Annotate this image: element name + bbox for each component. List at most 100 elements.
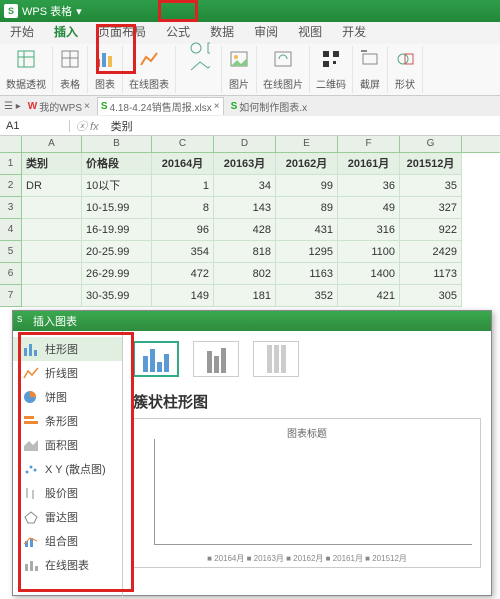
cell[interactable] <box>22 285 82 307</box>
ribbon-chart[interactable]: 图表 <box>88 46 123 93</box>
cell[interactable]: 1295 <box>276 241 338 263</box>
tab-layout[interactable]: 页面布局 <box>88 19 156 44</box>
doctab-sales[interactable]: S4.18-4.24销售周报.xlsx × <box>97 97 224 115</box>
tab-insert[interactable]: 插入 <box>44 19 88 44</box>
row-hdr[interactable]: 7 <box>0 285 22 307</box>
doctab-menu-icon[interactable]: ☰ ▸ <box>4 101 21 112</box>
cell[interactable]: 价格段 <box>82 153 152 175</box>
ribbon-online-pic[interactable]: 在线图片 <box>257 46 310 93</box>
cell[interactable]: 34 <box>214 175 276 197</box>
cell[interactable]: 181 <box>214 285 276 307</box>
col-E[interactable]: E <box>276 136 338 152</box>
cell[interactable]: 35 <box>400 175 462 197</box>
cell[interactable]: 99 <box>276 175 338 197</box>
cell[interactable]: 431 <box>276 219 338 241</box>
cell[interactable]: 1173 <box>400 263 462 285</box>
cell[interactable]: 305 <box>400 285 462 307</box>
cell[interactable]: 20164月 <box>152 153 214 175</box>
tab-review[interactable]: 审阅 <box>244 19 288 44</box>
cell[interactable]: 20-25.99 <box>82 241 152 263</box>
ribbon-picture[interactable]: 图片 <box>222 46 257 93</box>
cell[interactable]: 327 <box>400 197 462 219</box>
charttype-combo[interactable]: 组合图 <box>13 529 122 553</box>
name-box[interactable]: A1 <box>0 120 70 132</box>
formula-value[interactable]: 类别 <box>105 118 139 134</box>
subtype-clustered[interactable] <box>133 341 179 377</box>
cell[interactable]: 818 <box>214 241 276 263</box>
col-F[interactable]: F <box>338 136 400 152</box>
cell[interactable]: 1400 <box>338 263 400 285</box>
cell[interactable]: 8 <box>152 197 214 219</box>
col-A[interactable]: A <box>22 136 82 152</box>
charttype-column[interactable]: 柱形图 <box>13 337 122 361</box>
cell[interactable] <box>22 197 82 219</box>
cell[interactable]: 49 <box>338 197 400 219</box>
cell[interactable]: 2429 <box>400 241 462 263</box>
ribbon-mini-charts[interactable] <box>176 46 222 93</box>
row-hdr[interactable]: 5 <box>0 241 22 263</box>
cell[interactable]: 149 <box>152 285 214 307</box>
cell[interactable]: 1100 <box>338 241 400 263</box>
col-D[interactable]: D <box>214 136 276 152</box>
cell[interactable]: 143 <box>214 197 276 219</box>
cell[interactable]: 36 <box>338 175 400 197</box>
cell[interactable]: 类别 <box>22 153 82 175</box>
col-B[interactable]: B <box>82 136 152 152</box>
cell[interactable]: 10-15.99 <box>82 197 152 219</box>
col-C[interactable]: C <box>152 136 214 152</box>
charttype-radar[interactable]: 雷达图 <box>13 505 122 529</box>
cell[interactable]: 20161月 <box>338 153 400 175</box>
cell[interactable]: 16-19.99 <box>82 219 152 241</box>
row-hdr[interactable]: 2 <box>0 175 22 197</box>
doctab-mywps[interactable]: W我的WPS × <box>25 98 93 115</box>
charttype-bar[interactable]: 条形图 <box>13 409 122 433</box>
row-hdr[interactable]: 4 <box>0 219 22 241</box>
ribbon-qr[interactable]: 二维码 <box>310 46 353 93</box>
cell[interactable]: 26-29.99 <box>82 263 152 285</box>
tab-dev[interactable]: 开发 <box>332 19 376 44</box>
ribbon-table[interactable]: 表格 <box>53 46 88 93</box>
cell[interactable]: 1163 <box>276 263 338 285</box>
cell[interactable]: 20163月 <box>214 153 276 175</box>
row-hdr[interactable]: 1 <box>0 153 22 175</box>
cell[interactable]: 89 <box>276 197 338 219</box>
cell[interactable]: 472 <box>152 263 214 285</box>
cell[interactable]: 354 <box>152 241 214 263</box>
subtype-percent[interactable] <box>253 341 299 377</box>
cell[interactable]: 10以下 <box>82 175 152 197</box>
tab-view[interactable]: 视图 <box>288 19 332 44</box>
cell[interactable]: 201512月 <box>400 153 462 175</box>
titlebar-dropdown-icon[interactable]: ▾ <box>76 5 82 18</box>
cell[interactable]: 352 <box>276 285 338 307</box>
fx-icon[interactable]: ⓧ fx <box>70 118 105 134</box>
cell[interactable]: 802 <box>214 263 276 285</box>
charttype-pie[interactable]: 饼图 <box>13 385 122 409</box>
charttype-online[interactable]: 在线图表 <box>13 553 122 577</box>
row-hdr[interactable]: 3 <box>0 197 22 219</box>
charttype-line[interactable]: 折线图 <box>13 361 122 385</box>
select-all-corner[interactable] <box>0 136 22 152</box>
ribbon-screenshot[interactable]: 截屏 <box>353 46 388 93</box>
tab-start[interactable]: 开始 <box>0 19 44 44</box>
col-G[interactable]: G <box>400 136 462 152</box>
charttype-area[interactable]: 面积图 <box>13 433 122 457</box>
cell[interactable] <box>22 263 82 285</box>
row-hdr[interactable]: 6 <box>0 263 22 285</box>
cell[interactable]: 20162月 <box>276 153 338 175</box>
cell[interactable]: 428 <box>214 219 276 241</box>
cell[interactable]: 1 <box>152 175 214 197</box>
ribbon-shape[interactable]: 形状 <box>388 46 423 93</box>
ribbon-pivot[interactable]: 数据透视 <box>0 46 53 93</box>
cell[interactable]: DR <box>22 175 82 197</box>
dialog-title-bar[interactable]: S 插入图表 <box>13 311 491 331</box>
cell[interactable]: 421 <box>338 285 400 307</box>
cell[interactable]: 30-35.99 <box>82 285 152 307</box>
cell[interactable] <box>22 219 82 241</box>
doctab-howto[interactable]: S如何制作图表.x <box>228 98 310 115</box>
cell[interactable]: 922 <box>400 219 462 241</box>
cell[interactable] <box>22 241 82 263</box>
ribbon-online-chart[interactable]: 在线图表 <box>123 46 176 93</box>
subtype-stacked[interactable] <box>193 341 239 377</box>
cell[interactable]: 96 <box>152 219 214 241</box>
charttype-stock[interactable]: 股价图 <box>13 481 122 505</box>
